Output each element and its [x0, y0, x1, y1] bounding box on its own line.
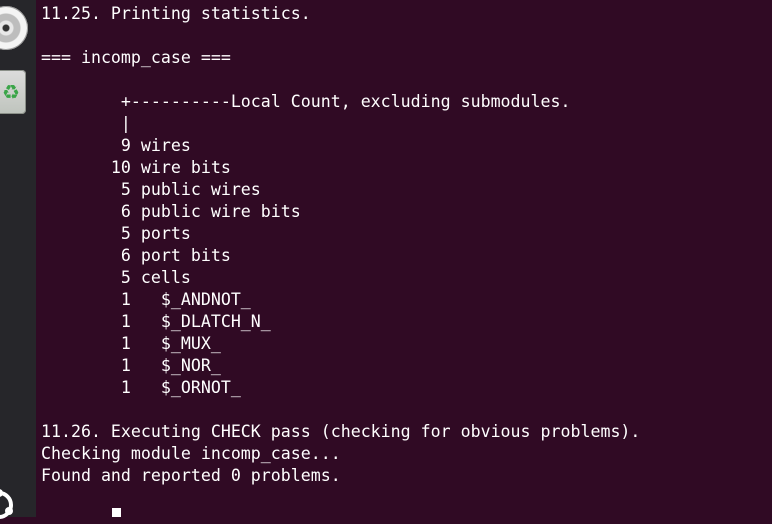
- terminal-line: 5 cells: [41, 268, 191, 287]
- dock: ♻: [0, 0, 36, 519]
- terminal-line: 1 $_DLATCH_N_: [41, 312, 271, 331]
- recycle-icon: ♻: [2, 80, 20, 104]
- trash-icon[interactable]: ♻: [0, 70, 26, 114]
- terminal-line: +----------Local Count, excluding submod…: [41, 92, 571, 111]
- terminal-line: 1 $_ANDNOT_: [41, 290, 251, 309]
- terminal-line: 6 port bits: [41, 246, 231, 265]
- ubuntu-icon[interactable]: [0, 486, 18, 524]
- terminal-line: Found and reported 0 problems.: [41, 466, 341, 485]
- terminal-cursor[interactable]: [112, 508, 121, 517]
- terminal-line: 11.25. Printing statistics.: [41, 4, 311, 23]
- terminal-line: 1 $_NOR_: [41, 356, 221, 375]
- terminal-line: 5 ports: [41, 224, 191, 243]
- terminal-line: 5 public wires: [41, 180, 261, 199]
- terminal-line: === incomp_case ===: [41, 48, 231, 67]
- terminal-line: 1 $_ORNOT_: [41, 378, 241, 397]
- terminal-line: |: [41, 114, 131, 133]
- terminal-output: 11.25. Printing statistics. === incomp_c…: [41, 3, 769, 487]
- terminal-line: 6 public wire bits: [41, 202, 301, 221]
- disc-icon[interactable]: [0, 6, 28, 50]
- terminal-line: Checking module incomp_case...: [41, 444, 341, 463]
- terminal-line: 11.26. Executing CHECK pass (checking fo…: [41, 422, 641, 441]
- terminal-line: 1 $_MUX_: [41, 334, 221, 353]
- terminal-line: 10 wire bits: [41, 158, 231, 177]
- terminal-line: 9 wires: [41, 136, 191, 155]
